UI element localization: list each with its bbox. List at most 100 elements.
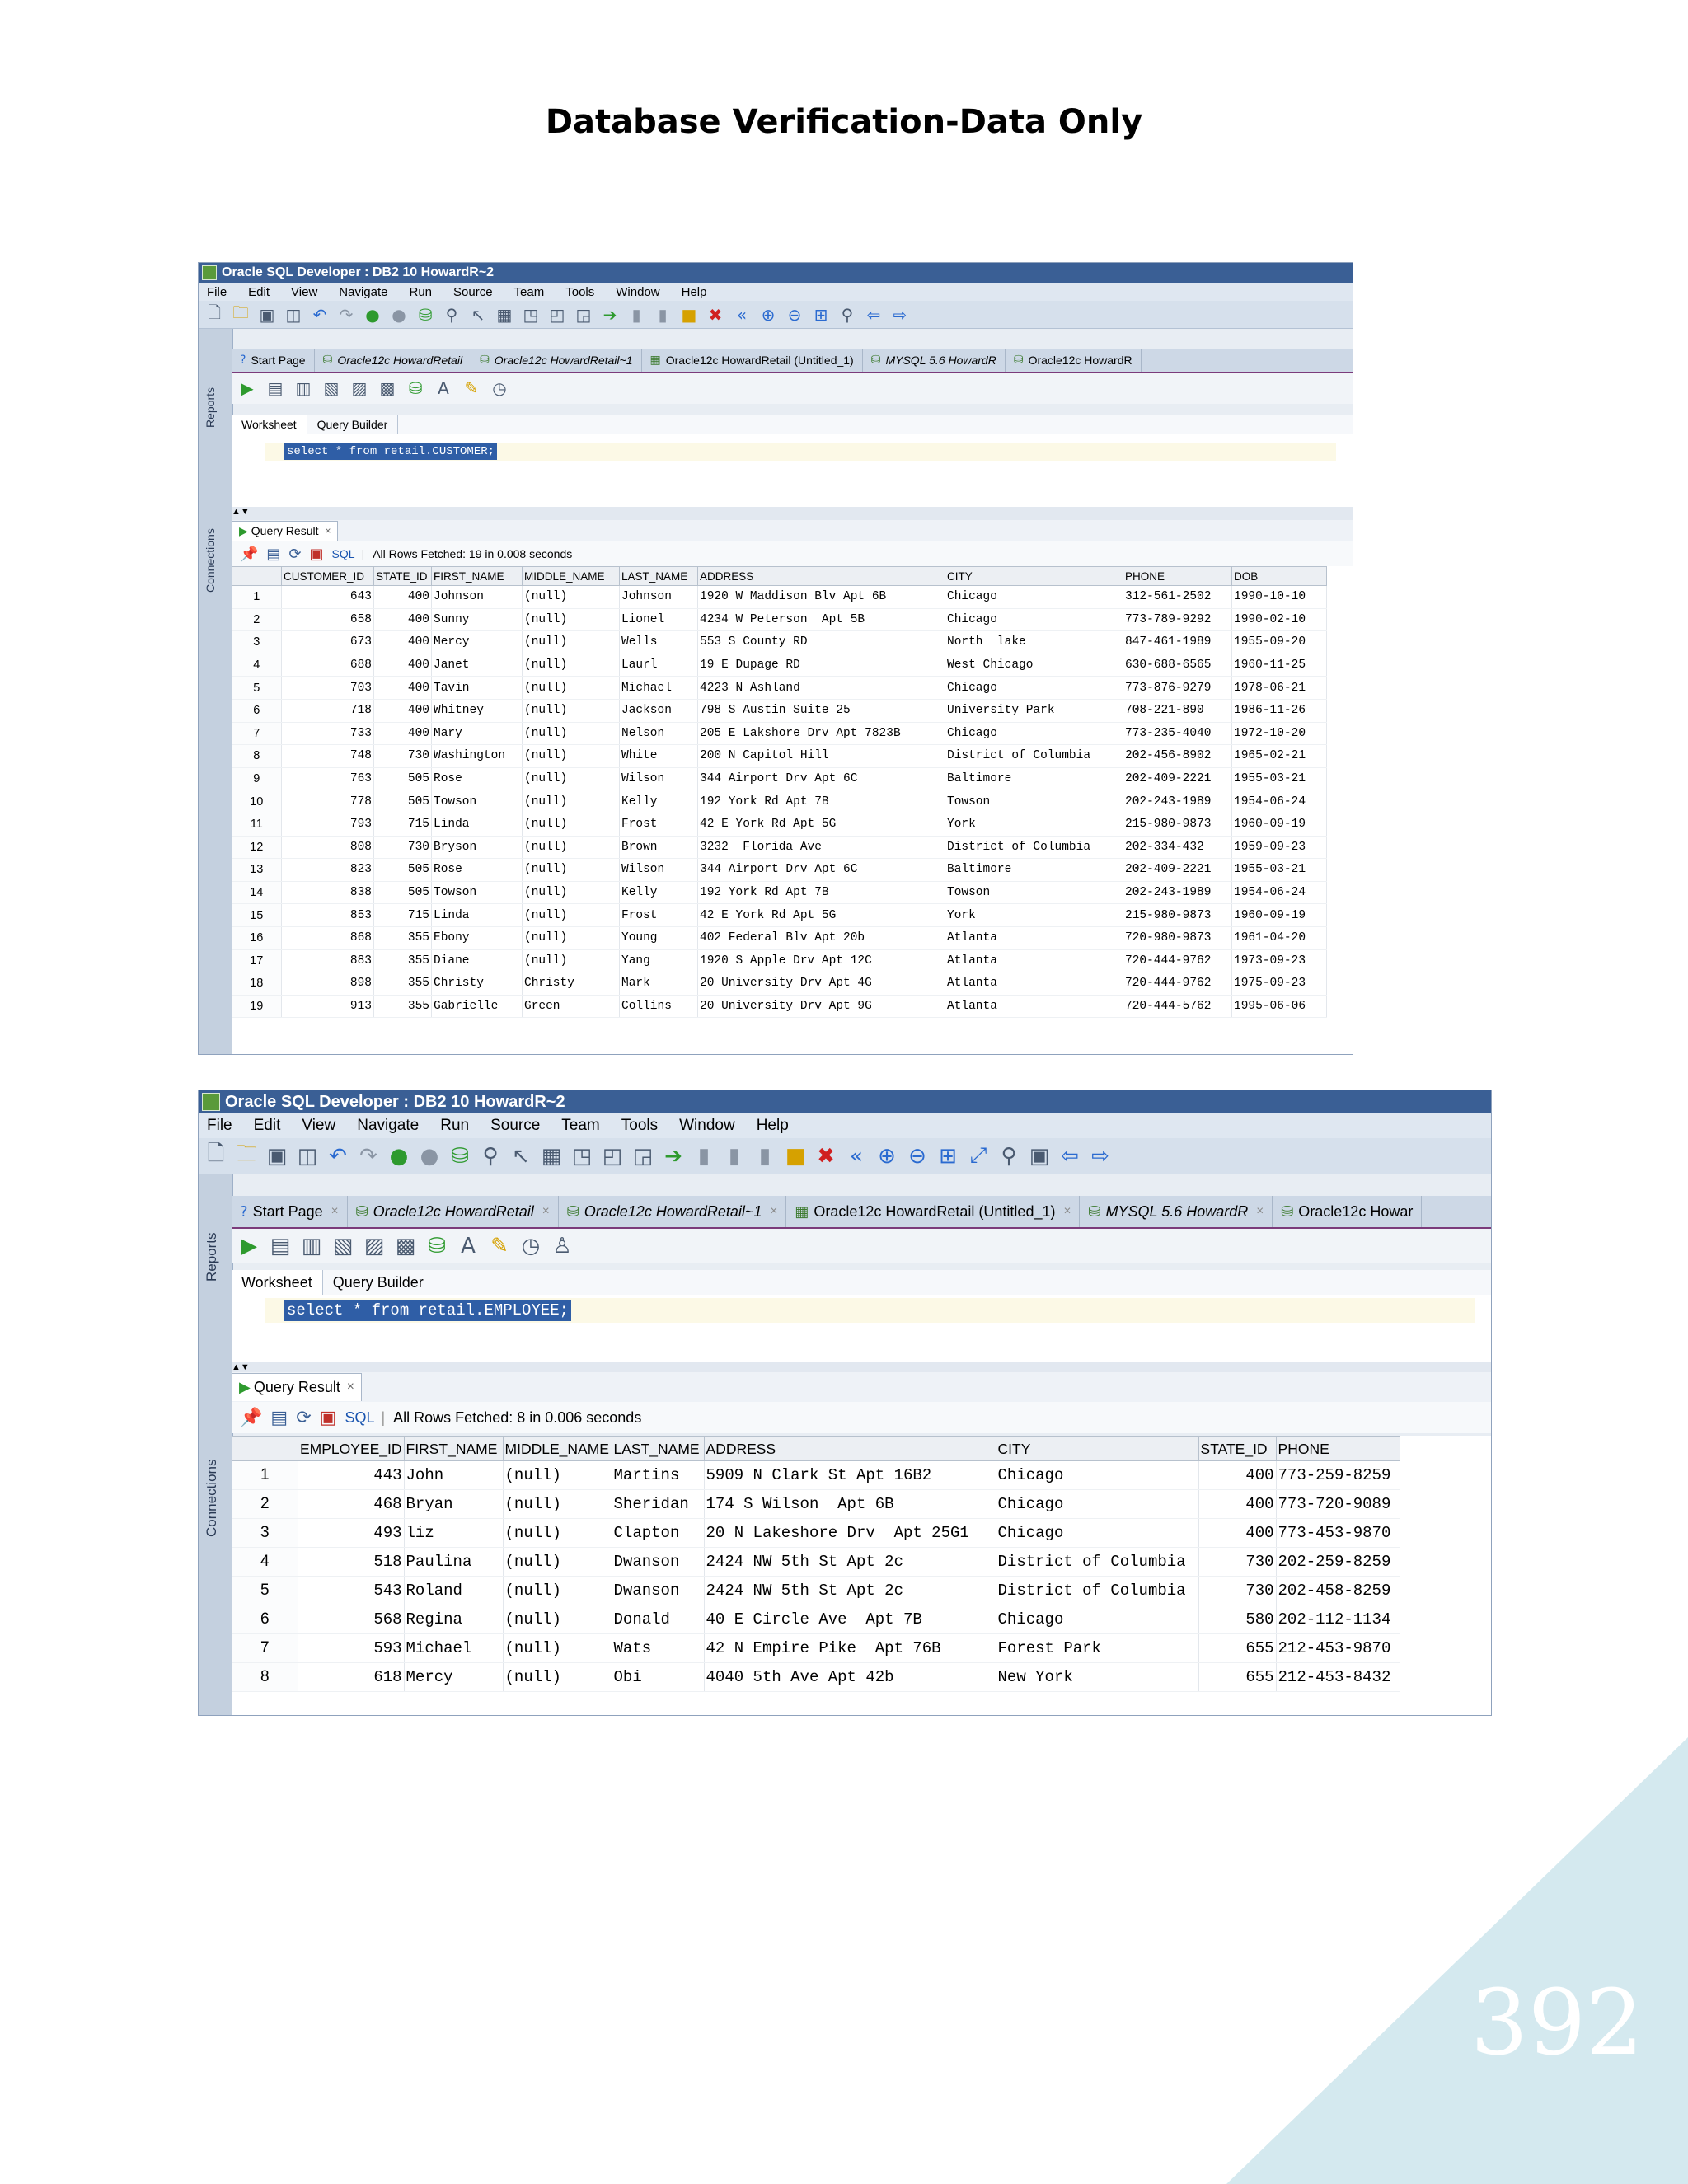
result-grid[interactable]: EMPLOYEE_ID FIRST_NAME MIDDLE_NAME LAST_NAM…	[232, 1436, 1491, 1715]
table-cell[interactable]: Washington	[431, 744, 523, 768]
table-cell[interactable]: 658	[281, 608, 374, 632]
column-header[interactable]: CUSTOMER_ID	[281, 566, 374, 586]
table-cell[interactable]: 553 S County RD	[697, 630, 945, 654]
table-cell[interactable]: Chicago	[945, 676, 1123, 700]
table-cell[interactable]: Michael	[619, 676, 698, 700]
table-cell[interactable]: 730	[373, 744, 432, 768]
column-header[interactable]: PHONE	[1123, 566, 1232, 586]
table-cell[interactable]: 798 S Austin Suite 25	[697, 699, 945, 723]
menu-file[interactable]: File	[207, 1117, 232, 1135]
tab-oracle12c-howardr[interactable]: ⛁ Oracle12c Howar	[1273, 1196, 1423, 1227]
find-icon[interactable]: ⚲	[838, 305, 856, 325]
table-cell[interactable]: Towson	[431, 881, 523, 905]
diagram-icon[interactable]: ◳	[522, 305, 540, 325]
table-cell[interactable]: Chicago	[996, 1518, 1199, 1548]
table-cell[interactable]: 400	[373, 654, 432, 677]
save-all-icon[interactable]: ◫	[297, 1144, 318, 1169]
tab-oracle12c-howardretail[interactable]: ⛁ Oracle12c HowardRetail	[315, 349, 472, 372]
tab-mysql[interactable]: ⛁ MYSQL 5.6 HowardR	[863, 349, 1006, 372]
table-cell[interactable]: Johnson	[619, 585, 698, 609]
table-cell[interactable]: Donald	[612, 1605, 705, 1634]
close-icon[interactable]: ×	[770, 1204, 777, 1219]
table-cell[interactable]: Nelson	[619, 722, 698, 746]
table-cell[interactable]: Roland	[404, 1576, 504, 1605]
zoom-out-icon[interactable]: ⊖	[785, 305, 804, 325]
back-icon[interactable]: ●	[388, 1144, 410, 1169]
table-cell[interactable]: (null)	[522, 699, 620, 723]
print-icon[interactable]: ▤	[266, 546, 280, 563]
result-grid[interactable]: CUSTOMER_ID STATE_ID FIRST_NAME MIDDLE_NAME…	[232, 566, 1353, 1054]
table-cell[interactable]: 1978-06-21	[1231, 676, 1327, 700]
table-cell[interactable]: 192 York Rd Apt 7B	[697, 881, 945, 905]
table-cell[interactable]: Laurl	[619, 654, 698, 677]
table-row[interactable]: 9 763 505 Rose (null) Wilson 344 Airport Drv A…	[232, 767, 1327, 791]
autotrace-icon[interactable]: ▥	[301, 1234, 322, 1258]
clear-icon[interactable]: ✎	[462, 378, 481, 398]
zoom-in-icon[interactable]: ⊕	[759, 305, 777, 325]
table-cell[interactable]: 715	[373, 903, 432, 927]
table-cell[interactable]: 505	[373, 858, 432, 882]
save-icon[interactable]: ▣	[266, 1144, 288, 1169]
table-cell[interactable]: Chicago	[996, 1605, 1199, 1634]
clear-icon[interactable]: ✎	[489, 1234, 510, 1258]
open-folder-icon[interactable]: 🗀	[236, 1138, 257, 1174]
history-icon[interactable]: ◷	[520, 1234, 542, 1258]
table-cell[interactable]: Frost	[619, 903, 698, 927]
table-cell[interactable]: (null)	[522, 836, 620, 860]
table-cell[interactable]: (null)	[503, 1489, 612, 1519]
tab-oracle12c-howardretail-1[interactable]: ⛁ Oracle12c HowardRetail~1 ×	[559, 1196, 787, 1227]
table-cell[interactable]: 505	[373, 790, 432, 813]
column-header[interactable]: DOB	[1231, 566, 1327, 586]
table-cell[interactable]: Atlanta	[945, 995, 1123, 1019]
table-cell[interactable]: 655	[1198, 1662, 1277, 1692]
table-row[interactable]: 16 868 355 Ebony (null) Young 402 Federal Blv …	[232, 926, 1327, 950]
menu-run[interactable]: Run	[440, 1117, 469, 1135]
column-header[interactable]: STATE_ID	[373, 566, 432, 586]
tab-query-builder[interactable]: Query Builder	[323, 1270, 434, 1295]
table-cell[interactable]: Mercy	[404, 1662, 504, 1692]
column-header[interactable]: LAST_NAME	[611, 1436, 705, 1461]
run-script-icon[interactable]: ▤	[266, 378, 284, 398]
table-cell[interactable]: Forest Park	[996, 1633, 1199, 1663]
commit-icon[interactable]: ▨	[363, 1234, 385, 1258]
column-header[interactable]: EMPLOYEE_ID	[298, 1436, 405, 1461]
table-cell[interactable]: Towson	[945, 790, 1123, 813]
table-cell[interactable]: 853	[281, 903, 374, 927]
table-cell[interactable]: 883	[281, 949, 374, 973]
table-cell[interactable]: 1955-03-21	[1231, 767, 1327, 791]
table-cell[interactable]: 1960-09-19	[1231, 813, 1327, 837]
zoom-in-icon[interactable]: ⊕	[876, 1144, 898, 1169]
table-cell[interactable]: 1960-11-25	[1231, 654, 1327, 677]
column-header[interactable]: STATE_ID	[1198, 1436, 1277, 1461]
table-cell[interactable]: (null)	[522, 881, 620, 905]
table-cell[interactable]: (null)	[503, 1518, 612, 1548]
table-cell[interactable]: 400	[373, 722, 432, 746]
relation-icon[interactable]: ◲	[574, 305, 593, 325]
table-cell[interactable]: 580	[1198, 1605, 1277, 1634]
table-cell[interactable]: 630-688-6565	[1123, 654, 1232, 677]
table-cell[interactable]: 400	[373, 699, 432, 723]
table-cell[interactable]: 593	[298, 1633, 405, 1663]
table-cell[interactable]: 733	[281, 722, 374, 746]
table-row[interactable]: 19 913 355 Gabrielle Green Collins 20 Universi…	[232, 995, 1327, 1019]
table-cell[interactable]: Whitney	[431, 699, 523, 723]
table-cell[interactable]: 344 Airport Drv Apt 6C	[697, 858, 945, 882]
table-cell[interactable]: Christy	[522, 972, 620, 996]
table-cell[interactable]: Towson	[431, 790, 523, 813]
table-cell[interactable]: Chicago	[945, 585, 1123, 609]
commit-icon[interactable]: ▨	[350, 378, 368, 398]
cancel-icon[interactable]: ▣	[310, 546, 324, 563]
table-cell[interactable]: 505	[373, 767, 432, 791]
table-cell[interactable]: 1975-09-23	[1231, 972, 1327, 996]
table-cell[interactable]: Rose	[431, 767, 523, 791]
table-row[interactable]: 5 543 Roland (null) Dwanson 2424 NW 5th St Ap…	[232, 1576, 1400, 1605]
reports-panel-label[interactable]: Reports	[204, 387, 217, 428]
table-cell[interactable]: 212-453-8432	[1276, 1662, 1400, 1692]
undo-icon[interactable]: ↶	[327, 1144, 349, 1169]
close-icon[interactable]: ×	[347, 1380, 354, 1394]
table-cell[interactable]: Wilson	[619, 767, 698, 791]
column-header[interactable]: ADDRESS	[697, 566, 945, 586]
table-cell[interactable]: Christy	[431, 972, 523, 996]
table-cell[interactable]: (null)	[522, 903, 620, 927]
table-cell[interactable]: (null)	[522, 926, 620, 950]
